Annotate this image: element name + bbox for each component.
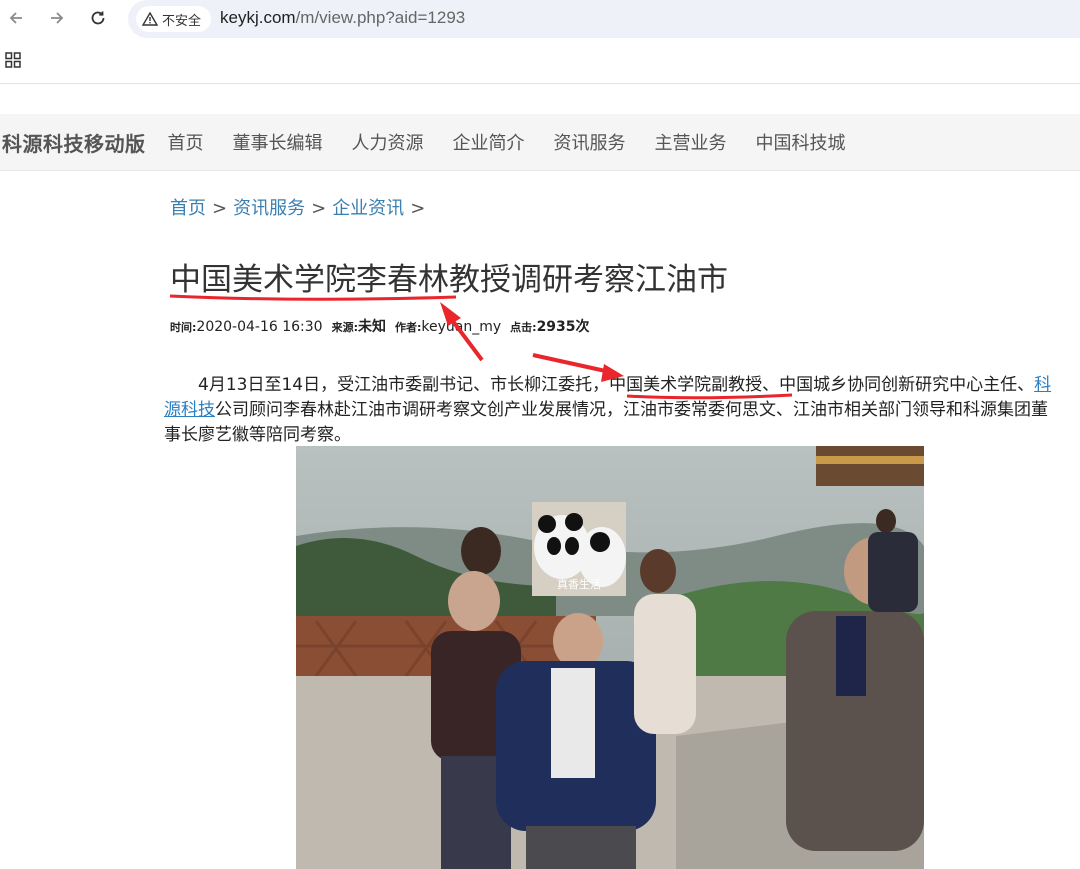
url-text[interactable]: keykj.com/m/view.php?aid=1293 [220,8,465,28]
site-nav: 科源科技移动版 首页 董事长编辑 人力资源 企业简介 资讯服务 主营业务 中国科… [0,114,1080,171]
article-photo: 真香生活 [296,446,924,869]
nav-item-hr[interactable]: 人力资源 [352,129,424,155]
back-button[interactable] [4,6,28,30]
breadcrumb-company-news[interactable]: 企业资讯 [332,198,404,219]
article-title: 中国美术学院李春林教授调研考察江油市 [170,262,728,298]
clicks-label: 点击: [510,321,537,334]
nav-item-science-city[interactable]: 中国科技城 [756,129,846,155]
apps-grid-icon[interactable] [5,52,21,68]
nav-item-about[interactable]: 企业简介 [453,129,525,155]
body-text-1: 4月13日至14日，受江油市委副书记、市长柳江委托， [198,375,610,395]
forward-arrow-icon [51,12,64,24]
breadcrumb-separator: > [311,198,327,219]
source-value: 未知 [357,319,386,335]
author-label: 作者: [394,321,422,334]
back-arrow-icon [9,12,22,24]
address-bar[interactable]: 不安全 keykj.com/m/view.php?aid=1293 [128,0,1080,38]
reload-icon [91,11,105,25]
reload-button[interactable] [86,6,110,30]
breadcrumb-separator: > [410,198,426,219]
url-host: keykj.com [220,8,296,27]
site-logo[interactable]: 科源科技移动版 [2,128,146,157]
nav-item-business[interactable]: 主营业务 [655,129,727,155]
article-body: 4月13日至14日，受江油市委副书记、市长柳江委托，中国美术学院副教授、中国城乡… [164,373,1064,448]
watermark-text: 真香生活 [557,578,601,591]
body-highlight-text: 中国美术学院副教授 [609,375,763,395]
nav-item-home[interactable]: 首页 [168,129,204,155]
url-path: /m/view.php?aid=1293 [295,8,466,27]
body-text-2: 、中国城乡协同创新研究中心主任、 [762,375,1035,395]
author-value: keyuan_my [421,319,502,335]
breadcrumb-news[interactable]: 资讯服务 [233,198,305,219]
time-label: 时间: [170,321,197,334]
breadcrumb-home[interactable]: 首页 [170,198,206,219]
time-value: 2020-04-16 16:30 [196,319,323,335]
watermark-overlay: 真香生活 [532,502,626,596]
nav-item-news[interactable]: 资讯服务 [554,129,626,155]
forward-button[interactable] [45,6,69,30]
warning-icon [142,11,158,26]
breadcrumb: 首页 > 资讯服务 > 企业资讯 > [170,194,431,220]
source-label: 来源: [331,321,358,334]
clicks-value: 2935次 [536,319,590,335]
security-label: 不安全 [162,13,202,29]
bookmarks-bar [0,38,1080,84]
article-meta: 时间:2020-04-16 16:30 来源:未知 作者:keyuan_my 点… [170,316,590,336]
browser-toolbar: 不安全 keykj.com/m/view.php?aid=1293 [0,0,1080,38]
nav-item-chairman[interactable]: 董事长编辑 [233,129,323,155]
breadcrumb-separator: > [212,198,228,219]
body-text-3: 公司顾问李春林赴江油市调研考察文创产业发展情况，江油市委常委何思文、江油市相关部… [164,400,1048,445]
security-chip[interactable]: 不安全 [136,6,212,32]
